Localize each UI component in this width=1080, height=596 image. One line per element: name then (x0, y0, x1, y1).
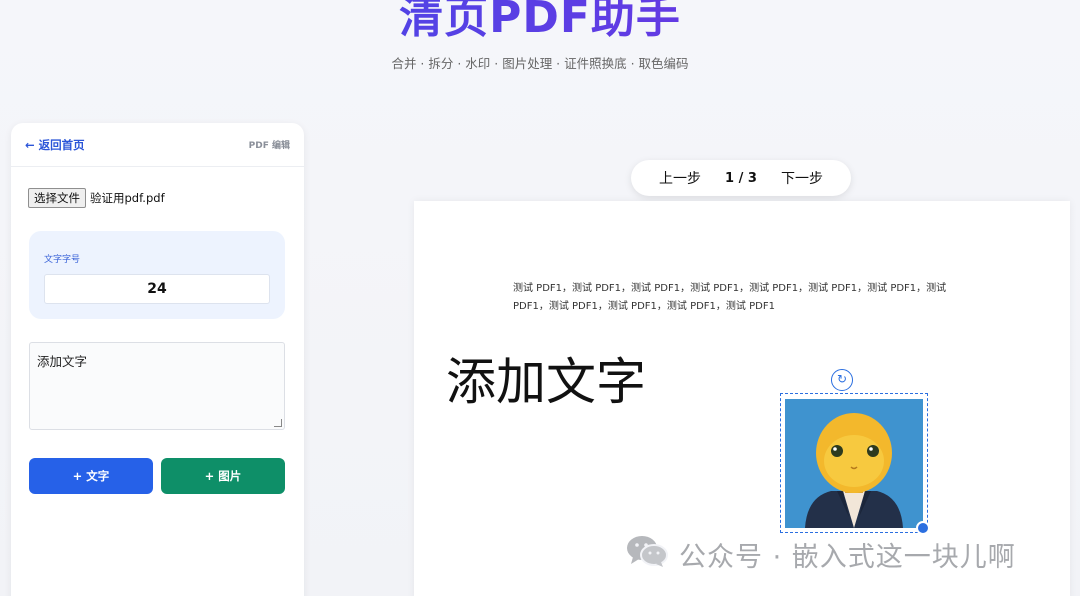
section-label: PDF 编辑 (248, 141, 290, 151)
add-image-button[interactable]: + 图片 (161, 458, 285, 494)
choose-file-button[interactable]: 选择文件 (28, 188, 86, 208)
rotate-icon[interactable]: ↻ (831, 369, 853, 391)
pdf-body-text: 测试 PDF1，测试 PDF1，测试 PDF1，测试 PDF1，测试 PDF1，… (513, 283, 947, 312)
image-selection-frame[interactable] (780, 393, 928, 533)
page-indicator: 1 / 3 (725, 170, 757, 186)
app-title: 清页PDF助手 (0, 0, 1080, 48)
font-size-label: 文字字号 (44, 255, 81, 265)
add-text-button[interactable]: + 文字 (29, 458, 153, 494)
inserted-image[interactable] (785, 399, 923, 528)
next-page-button[interactable]: 下一步 (781, 168, 823, 188)
sidebar-header: ← 返回首页 PDF 编辑 (11, 123, 304, 167)
watermark: 公众号 · 嵌入式这一块儿啊 (625, 534, 1016, 575)
resize-grip-icon[interactable] (274, 419, 282, 427)
pdf-added-text[interactable]: 添加文字 (446, 350, 646, 414)
wechat-icon (625, 534, 669, 575)
app-subtitle: 合并 · 拆分 · 水印 · 图片处理 · 证件照换底 · 取色编码 (391, 56, 689, 71)
mascot-illustration (785, 399, 923, 528)
font-size-input[interactable]: 24 (44, 274, 270, 304)
watermark-text: 公众号 · 嵌入式这一块儿啊 (679, 542, 1016, 573)
text-input-value: 添加文字 (37, 354, 88, 369)
text-input[interactable]: 添加文字 (29, 342, 285, 430)
selected-file-name: 验证用pdf.pdf (90, 191, 165, 205)
back-home-link[interactable]: ← 返回首页 (25, 137, 85, 153)
resize-handle-icon[interactable] (916, 521, 930, 535)
page-navigator: 上一步 1 / 3 下一步 (631, 160, 851, 196)
font-size-card: 文字字号 24 (29, 231, 285, 319)
editor-sidebar: ← 返回首页 PDF 编辑 选择文件 验证用pdf.pdf 文字字号 24 添加… (11, 123, 304, 596)
prev-page-button[interactable]: 上一步 (659, 168, 701, 188)
file-picker: 选择文件 验证用pdf.pdf (28, 188, 165, 208)
